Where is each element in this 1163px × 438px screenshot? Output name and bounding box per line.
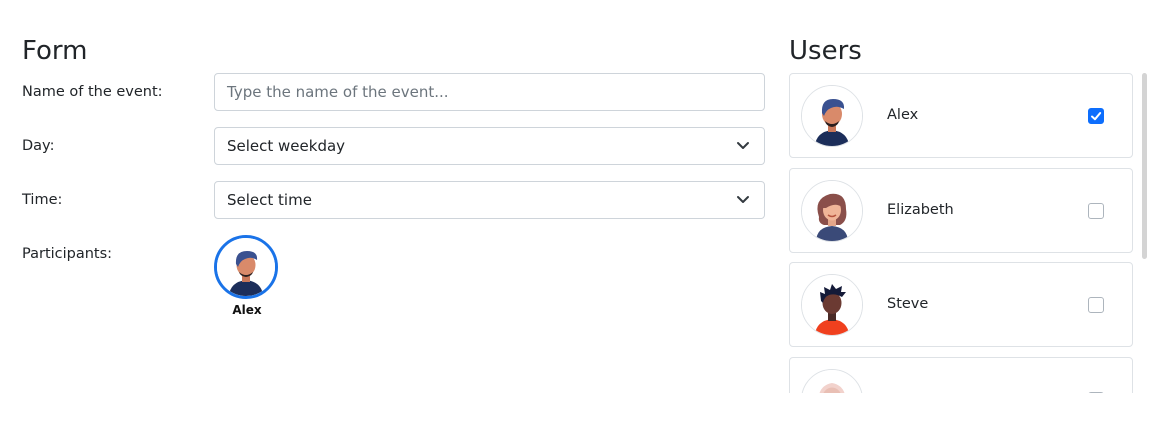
user-select-checkbox[interactable] [1088,392,1104,393]
day-select[interactable]: Select weekday [214,127,765,165]
event-name-label: Name of the event: [22,84,163,100]
chevron-down-icon [736,141,750,151]
male-avatar-icon [214,235,278,299]
user-select-checkbox[interactable] [1088,108,1104,124]
participants-label: Participants: [22,246,113,262]
chevron-down-icon [736,195,750,205]
participant-chip[interactable]: Alex [214,235,280,317]
form-title: Form [22,36,88,66]
avatar-icon [801,369,863,393]
day-select-value: Select weekday [227,137,346,155]
users-list[interactable]: Alex Elizabeth Steve [789,73,1133,393]
user-select-checkbox[interactable] [1088,297,1104,313]
time-select[interactable]: Select time [214,181,765,219]
user-card[interactable] [789,357,1133,393]
time-select-value: Select time [227,191,312,209]
user-name: Steve [887,296,929,312]
user-name: Elizabeth [887,202,954,218]
user-card-elizabeth[interactable]: Elizabeth [789,168,1133,253]
event-name-input[interactable]: Type the name of the event... [214,73,765,111]
male-avatar-icon [801,85,863,147]
event-name-placeholder: Type the name of the event... [227,83,449,101]
users-scrollbar[interactable] [1142,73,1147,259]
users-title: Users [789,36,862,66]
male-avatar-icon [801,274,863,336]
user-card-alex[interactable]: Alex [789,73,1133,158]
time-label: Time: [22,192,63,208]
user-card-steve[interactable]: Steve [789,262,1133,347]
female-avatar-icon [801,180,863,242]
day-label: Day: [22,138,55,154]
user-name: Alex [887,107,919,123]
user-select-checkbox[interactable] [1088,203,1104,219]
participant-name: Alex [232,303,262,317]
